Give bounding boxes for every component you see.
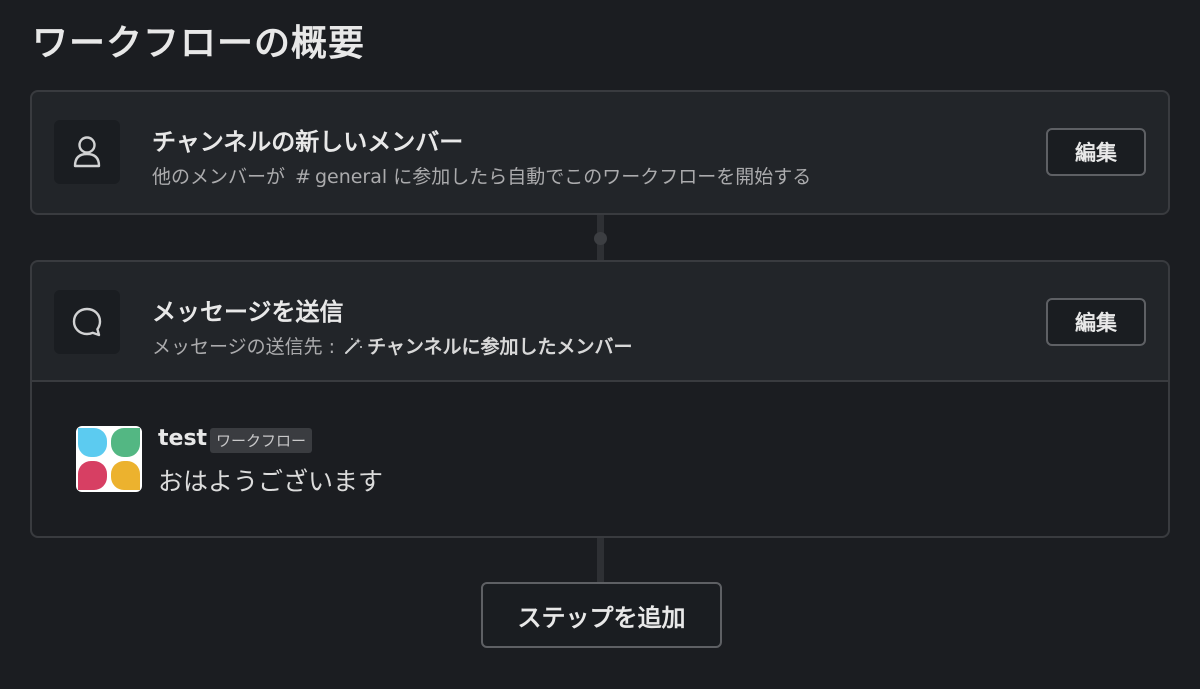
message-sender-name: test xyxy=(158,426,208,451)
trigger-row: チャンネルの新しいメンバー 他のメンバーが # general に参加したら自動でこ… xyxy=(32,92,1168,212)
magic-wand-icon xyxy=(343,336,363,361)
message-step-subtitle: メッセージの送信先 : チャンネルに参加したメンバー xyxy=(152,332,633,361)
trigger-subtitle: 他のメンバーが # general に参加したら自動でこのワークフローを開始する xyxy=(152,162,811,189)
app-avatar xyxy=(76,426,142,492)
message-step-card[interactable]: メッセージを送信 メッセージの送信先 : チャンネルに参加したメンバー 編集 t… xyxy=(30,260,1170,538)
trigger-title: チャンネルの新しいメンバー xyxy=(152,128,464,156)
workflow-badge: ワークフロー xyxy=(210,428,313,453)
message-step-subtitle-before: メッセージの送信先 : xyxy=(152,336,336,358)
edit-message-step-button[interactable]: 編集 xyxy=(1046,298,1146,346)
trigger-subtitle-before: 他のメンバーが xyxy=(152,166,286,188)
add-step-button[interactable]: ステップを追加 xyxy=(481,582,722,648)
channel-name: general xyxy=(314,166,388,188)
channel-hash: # xyxy=(295,166,311,188)
trigger-subtitle-after: に参加したら自動でこのワークフローを開始する xyxy=(393,166,812,188)
message-step-row: メッセージを送信 メッセージの送信先 : チャンネルに参加したメンバー 編集 xyxy=(32,262,1168,382)
person-icon xyxy=(54,120,120,184)
page-title: ワークフローの概要 xyxy=(32,23,366,64)
message-step-title: メッセージを送信 xyxy=(152,298,344,326)
speech-bubble-icon xyxy=(54,290,120,354)
message-text: おはようございます xyxy=(158,467,384,496)
message-recipient: チャンネルに参加したメンバー xyxy=(367,336,633,358)
edit-trigger-button[interactable]: 編集 xyxy=(1046,128,1146,176)
connector-dot xyxy=(594,232,607,245)
connector-line-bottom xyxy=(597,538,604,583)
trigger-card[interactable]: チャンネルの新しいメンバー 他のメンバーが # general に参加したら自動でこ… xyxy=(30,90,1170,215)
message-preview: test ワークフロー おはようございます xyxy=(32,382,1168,536)
